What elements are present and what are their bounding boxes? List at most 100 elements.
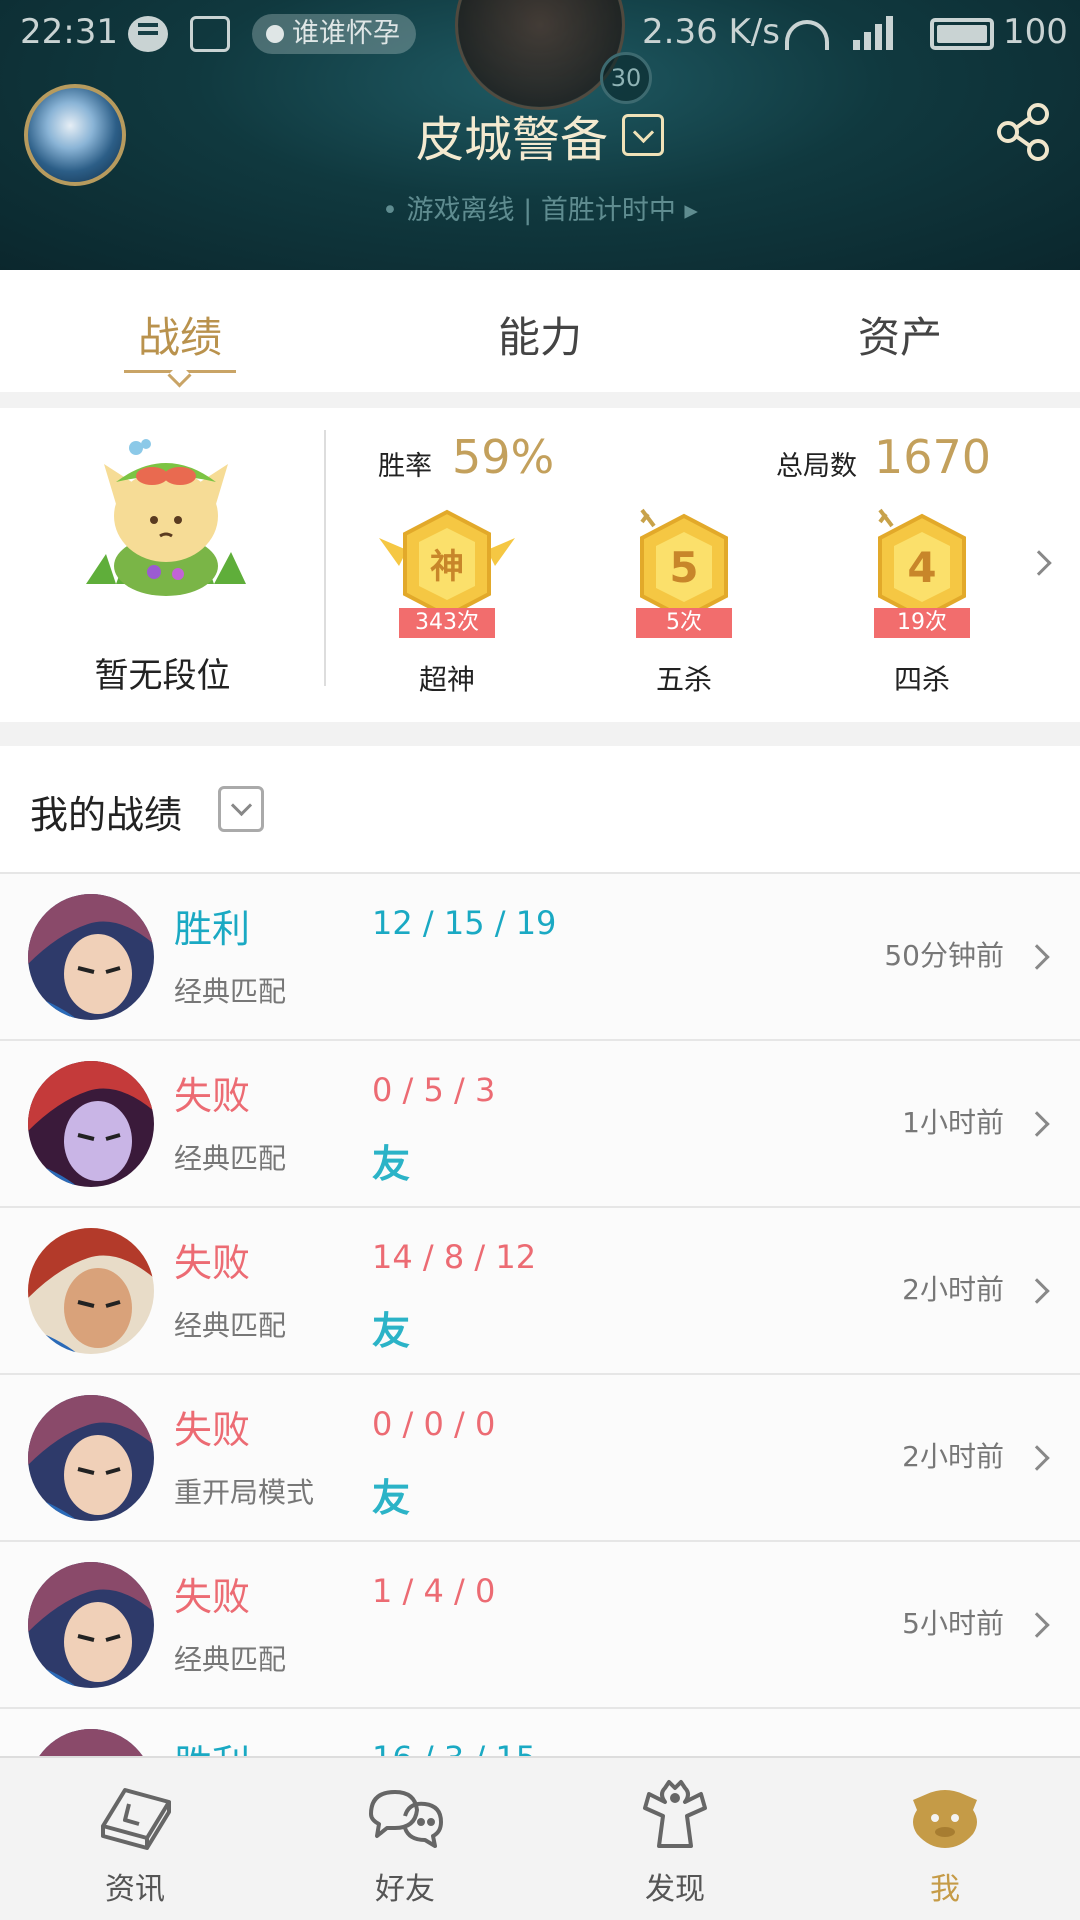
news-icon: [101, 1788, 171, 1850]
match-mode: 经典匹配: [174, 1309, 287, 1342]
teemo-mascot-icon: [86, 439, 246, 596]
match-result: 失败: [174, 1575, 251, 1619]
chevron-down-icon[interactable]: [218, 786, 264, 832]
match-time: 5小时前: [902, 1607, 1004, 1640]
chevron-right-icon: [1024, 1445, 1050, 1471]
bottom-nav: 资讯 好友 发现 我: [0, 1756, 1080, 1920]
divider: [324, 430, 326, 686]
match-result: 失败: [174, 1074, 251, 1118]
kda: 1 / 4 / 0: [372, 1572, 496, 1610]
record-row[interactable]: 失败 重开局模式 0 / 0 / 0 友 2小时前: [0, 1375, 1080, 1542]
chevron-right-icon: [1024, 1278, 1050, 1304]
tab-records[interactable]: 战绩: [0, 270, 360, 392]
chevron-right-icon[interactable]: [1026, 550, 1052, 576]
match-mode: 经典匹配: [174, 975, 287, 1008]
share-icon[interactable]: [992, 100, 1056, 164]
nav-label: 发现: [645, 1872, 705, 1907]
chevron-down-icon[interactable]: [622, 114, 664, 156]
player-name: 皮城警备: [415, 112, 608, 168]
friend-badge: 友: [372, 1309, 411, 1353]
nav-label: 资讯: [105, 1872, 165, 1907]
nav-me[interactable]: 我: [810, 1758, 1080, 1920]
medal-count: 343次: [399, 608, 495, 638]
win-rate-label: 胜率: [378, 451, 432, 482]
hero-avatar: [28, 1562, 154, 1688]
nav-discover[interactable]: 发现: [540, 1758, 810, 1920]
record-row[interactable]: 胜利 16 / 3 / 15: [0, 1709, 1080, 1756]
match-mode: 经典匹配: [174, 1643, 287, 1676]
medal-quadra-kill[interactable]: 4 19次 四杀: [852, 506, 992, 696]
medal-name: 四杀: [893, 663, 950, 696]
battery-level: 100: [1003, 12, 1068, 52]
tab-assets[interactable]: 资产: [720, 270, 1080, 392]
nav-news[interactable]: 资讯: [0, 1758, 270, 1920]
medal-glyph: 神: [430, 547, 464, 587]
medal-glyph: 4: [907, 543, 936, 592]
medal-name: 五杀: [655, 663, 712, 696]
match-result: 胜利: [174, 1733, 250, 1756]
wifi-icon: [785, 20, 829, 50]
total-games-label: 总局数: [776, 451, 857, 482]
game-status[interactable]: • 游戏离线 | 首胜计时中 ▸: [0, 188, 1080, 227]
medal-legendary[interactable]: 神 343次 超神: [377, 506, 517, 696]
medal-name: 超神: [418, 663, 475, 696]
record-row[interactable]: 失败经典匹配 14 / 8 / 12 友 2小时前: [0, 1208, 1080, 1375]
friend-badge: 友: [372, 1142, 411, 1186]
record-row[interactable]: 失败经典匹配 0 / 5 / 3 友 1小时前: [0, 1041, 1080, 1208]
chevron-right-icon: [1024, 1612, 1050, 1638]
app-notification-icon: [190, 16, 230, 52]
rank-status: 暂无段位: [94, 656, 231, 696]
medal-glyph: 5: [669, 543, 698, 592]
win-rate-value: 59%: [452, 430, 555, 484]
stats-card: 暂无段位 胜率 59% 总局数 1670 神 343次 超神 5 5次 五杀 4: [0, 408, 1080, 722]
kda: 14 / 8 / 12: [372, 1238, 537, 1276]
match-time: 2小时前: [902, 1273, 1004, 1306]
match-result: 胜利: [174, 907, 251, 951]
signal-icon: [853, 14, 899, 50]
records-list: 胜利 经典匹配 12 / 15 / 19 50分钟前 失败 经典匹配 0 / 5 / 3友1…: [0, 874, 1080, 1756]
nav-label: 好友: [375, 1872, 435, 1907]
match-time: 1小时前: [902, 1106, 1004, 1139]
battery-icon: [930, 18, 994, 50]
kda: 16 / 3 / 15: [372, 1739, 536, 1756]
kda: 12 / 15 / 19: [372, 904, 557, 942]
records-title: 我的战绩: [30, 793, 183, 837]
medal-count: 5次: [636, 608, 732, 638]
profile-tabs: 战绩 能力 资产: [0, 270, 1080, 392]
nav-label: 我: [930, 1872, 960, 1907]
records-header: 我的战绩: [0, 746, 1080, 874]
message-icon: [128, 16, 168, 52]
kda: 0 / 5 / 3: [372, 1071, 496, 1109]
medal-count: 19次: [874, 608, 970, 638]
player-name-selector[interactable]: 皮城警备: [0, 100, 1080, 170]
match-mode: 经典匹配: [174, 1142, 287, 1175]
match-records: 我的战绩 胜利 经典匹配 12 / 15 / 19 50分钟前 失败 经典匹配 0 / 5 …: [0, 746, 1080, 1756]
match-time: 2小时前: [902, 1440, 1004, 1473]
nav-friends[interactable]: 好友: [270, 1758, 540, 1920]
friends-icon: [369, 1790, 443, 1848]
hero-avatar: [28, 1228, 154, 1354]
record-row[interactable]: 胜利经典匹配 12 / 15 / 19 50分钟前: [0, 874, 1080, 1041]
notification-pill: 谁谁怀孕: [252, 14, 416, 54]
chevron-right-icon: [1024, 944, 1050, 970]
hero-avatar: [28, 1395, 154, 1521]
hero-avatar: [28, 1061, 154, 1187]
match-result: 失败: [174, 1241, 251, 1285]
kda: 0 / 0 / 0: [372, 1405, 496, 1443]
tab-ability[interactable]: 能力: [360, 270, 720, 392]
match-result: 失败: [174, 1408, 251, 1452]
hero-avatar: [28, 894, 154, 1020]
network-speed: 2.36 K/s: [642, 12, 780, 52]
match-time: 50分钟前: [884, 939, 1004, 972]
status-time: 22:31: [20, 12, 118, 52]
profile-header: 30 22:31 谁谁怀孕 2.36 K/s 100 皮城警备 • 游戏离线 |…: [0, 0, 1080, 270]
medal-penta-kill[interactable]: 5 5次 五杀: [614, 506, 754, 696]
me-icon: [913, 1790, 977, 1848]
total-games-value: 1670: [874, 430, 992, 484]
discover-icon: [643, 1780, 707, 1848]
record-row[interactable]: 失败经典匹配 1 / 4 / 0 5小时前: [0, 1542, 1080, 1709]
status-bar: 22:31 谁谁怀孕 2.36 K/s 100: [0, 0, 1080, 66]
chevron-right-icon: [1024, 1111, 1050, 1137]
hero-avatar: [28, 1729, 154, 1756]
match-mode: 重开局模式: [174, 1476, 315, 1509]
